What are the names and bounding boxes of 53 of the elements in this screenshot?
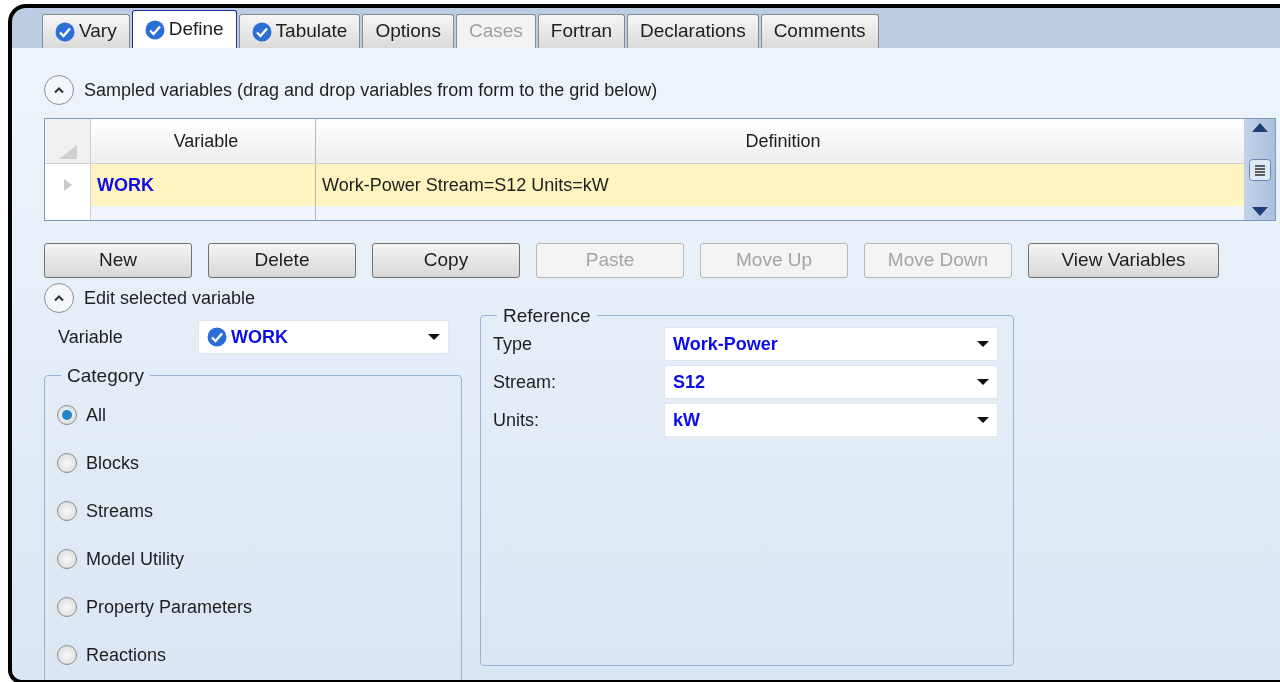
caret-icon (428, 334, 440, 340)
tab[interactable]: Define (131, 10, 237, 48)
action-button[interactable]: Delete (208, 243, 356, 278)
corner-icon (58, 145, 77, 159)
scroll-thumb-icon (1248, 158, 1271, 181)
field-label: Variable (57, 325, 124, 349)
group-legend: Category (61, 366, 151, 385)
table-row[interactable]: WORK Work-Power Stream=S12 Units=kW (45, 164, 1244, 206)
action-button[interactable]: Copy (372, 243, 520, 278)
scroll-up-icon (1251, 123, 1268, 132)
scroll-down-icon (1251, 207, 1268, 216)
radio-option[interactable]: Model Utility (57, 535, 449, 583)
action-button[interactable]: New (44, 243, 192, 278)
variable-dropdown[interactable]: WORK (198, 320, 449, 354)
caret-icon (977, 417, 989, 423)
radio-option[interactable]: Property Parameters (57, 583, 449, 631)
scrollbar[interactable] (1244, 119, 1275, 220)
caret-icon (977, 379, 989, 385)
column-header: Definition (744, 129, 822, 153)
tab[interactable]: Comments (760, 14, 879, 48)
tab[interactable]: Declarations (627, 14, 759, 48)
field-label: Stream: (493, 370, 558, 394)
tab[interactable]: Vary (42, 14, 130, 48)
reference-dropdown[interactable]: Work-Power (664, 327, 998, 361)
collapse-button[interactable] (44, 283, 74, 313)
radio-option[interactable]: All (57, 391, 449, 439)
caret-icon (977, 341, 989, 347)
radio-button[interactable] (57, 549, 77, 569)
radio-button[interactable] (57, 501, 77, 521)
tab[interactable]: Fortran (537, 14, 626, 48)
tab[interactable]: Options (362, 14, 454, 48)
radio-button[interactable] (57, 405, 77, 425)
row-pointer-icon (63, 179, 72, 191)
section-title: Edit selected variable (84, 286, 256, 310)
collapse-button[interactable] (44, 75, 74, 105)
column-header: Variable (91, 119, 316, 163)
reference-dropdown[interactable]: kW (664, 403, 998, 437)
group-legend: Reference (497, 306, 597, 325)
table-cell: WORK (91, 164, 316, 206)
action-button[interactable]: View Variables (1028, 243, 1219, 278)
radio-option[interactable]: Blocks (57, 439, 449, 487)
table-cell-text: Work-Power Stream=S12 Units=kW (321, 173, 610, 197)
field-label: Units: (493, 408, 540, 432)
section-title: Sampled variables (drag and drop variables from form to the grid below) (84, 78, 658, 102)
radio-button[interactable] (57, 453, 77, 473)
radio-option[interactable]: Streams (57, 487, 449, 535)
radio-button[interactable] (57, 645, 77, 665)
field-label: Type (493, 332, 534, 356)
radio-option[interactable]: Reactions (57, 631, 449, 679)
tab[interactable]: Tabulate (238, 14, 361, 48)
radio-button[interactable] (57, 597, 77, 617)
row-header (45, 206, 91, 220)
reference-dropdown[interactable]: S12 (664, 365, 998, 399)
